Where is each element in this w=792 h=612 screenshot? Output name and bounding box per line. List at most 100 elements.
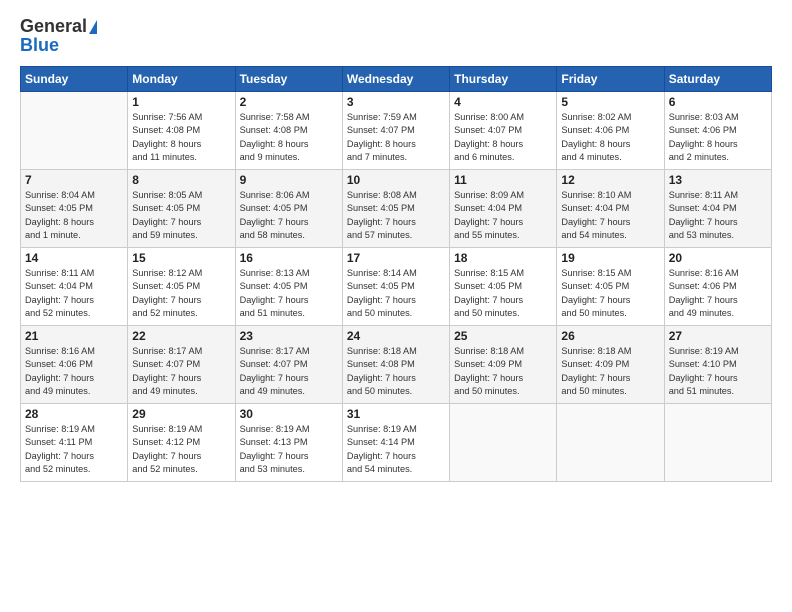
- calendar-header: SundayMondayTuesdayWednesdayThursdayFrid…: [21, 67, 772, 92]
- day-info: Sunrise: 8:16 AM Sunset: 4:06 PM Dayligh…: [25, 345, 123, 398]
- calendar-week-row: 21 Sunrise: 8:16 AM Sunset: 4:06 PM Dayli…: [21, 326, 772, 404]
- calendar-cell: 28Sunrise: 8:19 AM Sunset: 4:11 PM Dayli…: [21, 404, 128, 482]
- day-info: Sunrise: 8:17 AM Sunset: 4:07 PM Dayligh…: [132, 345, 230, 398]
- calendar-week-row: 14Sunrise: 8:11 AM Sunset: 4:04 PM Dayli…: [21, 248, 772, 326]
- day-info: Sunrise: 8:19 AM Sunset: 4:10 PM Dayligh…: [669, 345, 767, 398]
- calendar-cell: 31 Sunrise: 8:19 AM Sunset: 4:14 PM Dayli…: [342, 404, 449, 482]
- calendar-table: SundayMondayTuesdayWednesdayThursdayFrid…: [20, 66, 772, 482]
- day-number: 16: [240, 251, 338, 265]
- day-number: 31: [347, 407, 445, 421]
- calendar-cell: 5 Sunrise: 8:02 AM Sunset: 4:06 PM Daylig…: [557, 92, 664, 170]
- weekday-header-tuesday: Tuesday: [235, 67, 342, 92]
- day-number: 8: [132, 173, 230, 187]
- day-number: 9: [240, 173, 338, 187]
- calendar-cell: 16 Sunrise: 8:13 AM Sunset: 4:05 PM Dayli…: [235, 248, 342, 326]
- day-info: Sunrise: 8:19 AM Sunset: 4:13 PM Dayligh…: [240, 423, 338, 476]
- day-number: 24: [347, 329, 445, 343]
- day-info: Sunrise: 8:04 AM Sunset: 4:05 PM Dayligh…: [25, 189, 123, 242]
- day-info: Sunrise: 8:12 AM Sunset: 4:05 PM Dayligh…: [132, 267, 230, 320]
- day-number: 18: [454, 251, 552, 265]
- calendar-cell: 14Sunrise: 8:11 AM Sunset: 4:04 PM Dayli…: [21, 248, 128, 326]
- day-number: 27: [669, 329, 767, 343]
- day-info: Sunrise: 8:19 AM Sunset: 4:12 PM Dayligh…: [132, 423, 230, 476]
- calendar-cell: 21 Sunrise: 8:16 AM Sunset: 4:06 PM Dayli…: [21, 326, 128, 404]
- day-number: 1: [132, 95, 230, 109]
- day-number: 2: [240, 95, 338, 109]
- calendar-week-row: 7 Sunrise: 8:04 AM Sunset: 4:05 PM Daylig…: [21, 170, 772, 248]
- day-number: 20: [669, 251, 767, 265]
- day-info: Sunrise: 8:19 AM Sunset: 4:14 PM Dayligh…: [347, 423, 445, 476]
- calendar-cell: 27 Sunrise: 8:19 AM Sunset: 4:10 PM Dayli…: [664, 326, 771, 404]
- weekday-header-saturday: Saturday: [664, 67, 771, 92]
- calendar-cell: 29 Sunrise: 8:19 AM Sunset: 4:12 PM Dayli…: [128, 404, 235, 482]
- calendar-week-row: 1 Sunrise: 7:56 AM Sunset: 4:08 PM Daylig…: [21, 92, 772, 170]
- day-number: 7: [25, 173, 123, 187]
- day-info: Sunrise: 7:58 AM Sunset: 4:08 PM Dayligh…: [240, 111, 338, 164]
- weekday-header-sunday: Sunday: [21, 67, 128, 92]
- day-number: 3: [347, 95, 445, 109]
- day-info: Sunrise: 7:56 AM Sunset: 4:08 PM Dayligh…: [132, 111, 230, 164]
- calendar-body: 1 Sunrise: 7:56 AM Sunset: 4:08 PM Daylig…: [21, 92, 772, 482]
- day-number: 23: [240, 329, 338, 343]
- day-info: Sunrise: 8:03 AM Sunset: 4:06 PM Dayligh…: [669, 111, 767, 164]
- calendar-cell: 11 Sunrise: 8:09 AM Sunset: 4:04 PM Dayli…: [450, 170, 557, 248]
- day-info: Sunrise: 8:00 AM Sunset: 4:07 PM Dayligh…: [454, 111, 552, 164]
- calendar-cell: 13 Sunrise: 8:11 AM Sunset: 4:04 PM Dayli…: [664, 170, 771, 248]
- day-info: Sunrise: 8:05 AM Sunset: 4:05 PM Dayligh…: [132, 189, 230, 242]
- day-number: 29: [132, 407, 230, 421]
- calendar-cell: 15Sunrise: 8:12 AM Sunset: 4:05 PM Dayli…: [128, 248, 235, 326]
- page: General Blue SundayMondayTuesdayWednesda…: [0, 0, 792, 612]
- day-info: Sunrise: 8:15 AM Sunset: 4:05 PM Dayligh…: [454, 267, 552, 320]
- calendar-cell: 20 Sunrise: 8:16 AM Sunset: 4:06 PM Dayli…: [664, 248, 771, 326]
- calendar-cell: 2 Sunrise: 7:58 AM Sunset: 4:08 PM Daylig…: [235, 92, 342, 170]
- calendar-cell: 12Sunrise: 8:10 AM Sunset: 4:04 PM Dayli…: [557, 170, 664, 248]
- calendar-cell: 24 Sunrise: 8:18 AM Sunset: 4:08 PM Dayli…: [342, 326, 449, 404]
- day-number: 5: [561, 95, 659, 109]
- day-number: 6: [669, 95, 767, 109]
- day-info: Sunrise: 8:14 AM Sunset: 4:05 PM Dayligh…: [347, 267, 445, 320]
- calendar-cell: [450, 404, 557, 482]
- calendar-cell: [21, 92, 128, 170]
- day-info: Sunrise: 8:02 AM Sunset: 4:06 PM Dayligh…: [561, 111, 659, 164]
- day-info: Sunrise: 8:15 AM Sunset: 4:05 PM Dayligh…: [561, 267, 659, 320]
- day-info: Sunrise: 8:11 AM Sunset: 4:04 PM Dayligh…: [25, 267, 123, 320]
- day-number: 30: [240, 407, 338, 421]
- day-number: 26: [561, 329, 659, 343]
- calendar-cell: 26 Sunrise: 8:18 AM Sunset: 4:09 PM Dayli…: [557, 326, 664, 404]
- calendar-cell: 8 Sunrise: 8:05 AM Sunset: 4:05 PM Daylig…: [128, 170, 235, 248]
- logo-blue-text: Blue: [20, 35, 59, 56]
- day-number: 4: [454, 95, 552, 109]
- calendar-cell: 3 Sunrise: 7:59 AM Sunset: 4:07 PM Daylig…: [342, 92, 449, 170]
- day-info: Sunrise: 8:11 AM Sunset: 4:04 PM Dayligh…: [669, 189, 767, 242]
- day-number: 21: [25, 329, 123, 343]
- day-number: 13: [669, 173, 767, 187]
- calendar-cell: [557, 404, 664, 482]
- calendar-cell: 7 Sunrise: 8:04 AM Sunset: 4:05 PM Daylig…: [21, 170, 128, 248]
- day-info: Sunrise: 8:08 AM Sunset: 4:05 PM Dayligh…: [347, 189, 445, 242]
- day-number: 19: [561, 251, 659, 265]
- calendar-cell: 1 Sunrise: 7:56 AM Sunset: 4:08 PM Daylig…: [128, 92, 235, 170]
- weekday-header-row: SundayMondayTuesdayWednesdayThursdayFrid…: [21, 67, 772, 92]
- calendar-cell: 10Sunrise: 8:08 AM Sunset: 4:05 PM Dayli…: [342, 170, 449, 248]
- day-info: Sunrise: 8:19 AM Sunset: 4:11 PM Dayligh…: [25, 423, 123, 476]
- day-number: 11: [454, 173, 552, 187]
- day-info: Sunrise: 8:18 AM Sunset: 4:09 PM Dayligh…: [561, 345, 659, 398]
- day-info: Sunrise: 8:18 AM Sunset: 4:09 PM Dayligh…: [454, 345, 552, 398]
- calendar-cell: 30 Sunrise: 8:19 AM Sunset: 4:13 PM Dayli…: [235, 404, 342, 482]
- day-info: Sunrise: 8:16 AM Sunset: 4:06 PM Dayligh…: [669, 267, 767, 320]
- logo: General Blue: [20, 16, 97, 56]
- header: General Blue: [20, 16, 772, 56]
- calendar-cell: 18 Sunrise: 8:15 AM Sunset: 4:05 PM Dayli…: [450, 248, 557, 326]
- day-info: Sunrise: 8:09 AM Sunset: 4:04 PM Dayligh…: [454, 189, 552, 242]
- day-number: 22: [132, 329, 230, 343]
- logo-general-text: General: [20, 16, 87, 37]
- calendar-cell: 23Sunrise: 8:17 AM Sunset: 4:07 PM Dayli…: [235, 326, 342, 404]
- day-info: Sunrise: 8:13 AM Sunset: 4:05 PM Dayligh…: [240, 267, 338, 320]
- day-info: Sunrise: 8:06 AM Sunset: 4:05 PM Dayligh…: [240, 189, 338, 242]
- day-number: 25: [454, 329, 552, 343]
- day-info: Sunrise: 7:59 AM Sunset: 4:07 PM Dayligh…: [347, 111, 445, 164]
- calendar-cell: 6 Sunrise: 8:03 AM Sunset: 4:06 PM Daylig…: [664, 92, 771, 170]
- weekday-header-wednesday: Wednesday: [342, 67, 449, 92]
- day-info: Sunrise: 8:18 AM Sunset: 4:08 PM Dayligh…: [347, 345, 445, 398]
- weekday-header-thursday: Thursday: [450, 67, 557, 92]
